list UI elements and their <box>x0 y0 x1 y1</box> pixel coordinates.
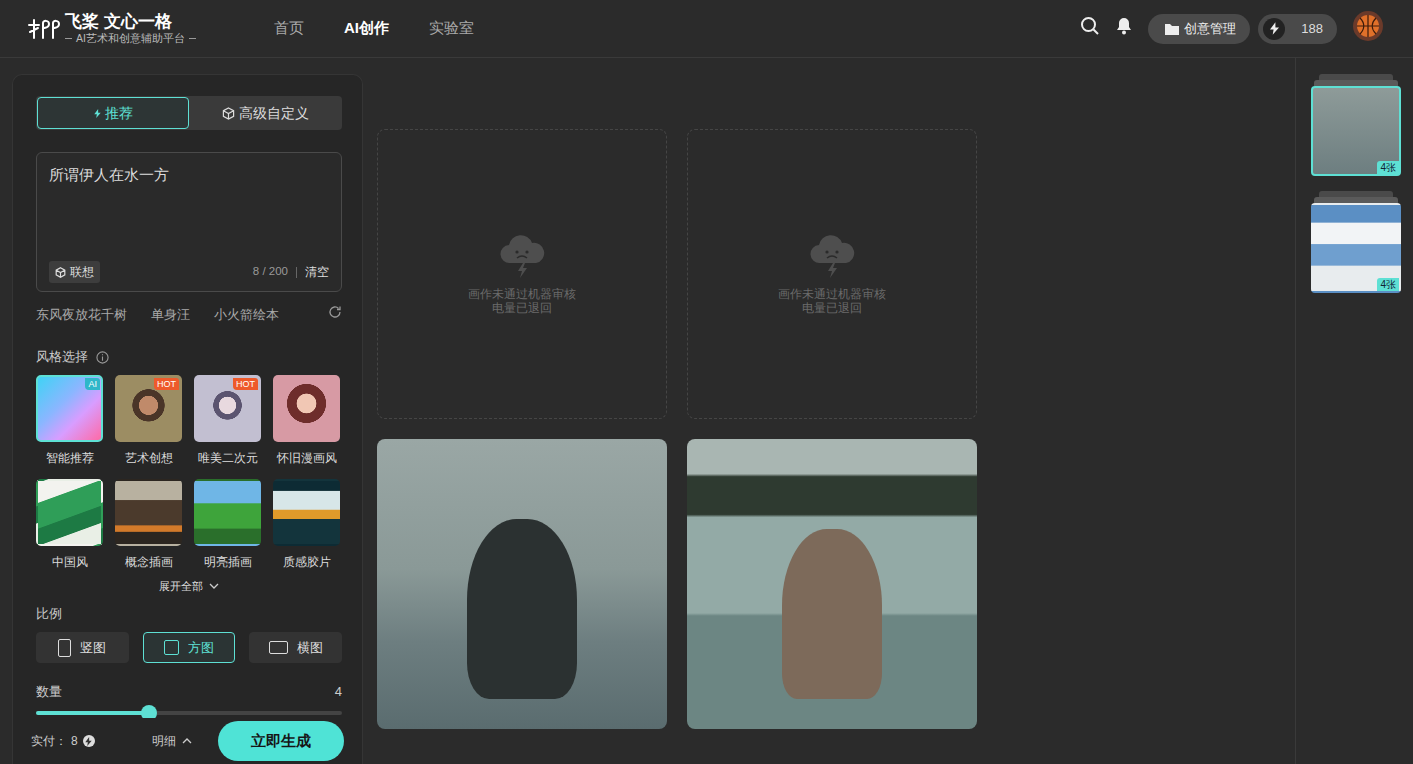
style-option[interactable]: 怀旧漫画风 <box>273 375 340 466</box>
style-badge: HOT <box>233 378 258 390</box>
image-count: 4张 <box>1377 278 1399 291</box>
section-title: 比例 <box>36 606 62 621</box>
ratio-icon <box>58 639 71 657</box>
slider-knob[interactable] <box>141 705 157 718</box>
style-badge: HOT <box>154 378 179 390</box>
manage-button[interactable]: 创意管理 <box>1148 14 1250 44</box>
search-button[interactable] <box>1080 16 1100 42</box>
price-label: 实付： <box>31 732 67 750</box>
sad-cloud-icon <box>808 233 856 279</box>
ratio-icon <box>269 641 288 654</box>
slider-fill <box>36 711 149 715</box>
section-title: 风格选择 <box>36 348 88 366</box>
quantity-value: 4 <box>335 683 342 701</box>
history-group[interactable]: 4张 <box>1311 191 1413 293</box>
history-thumbnail[interactable]: 4张 <box>1311 203 1401 293</box>
logo[interactable]: 飞桨 文心一格AI艺术和创意辅助平台 <box>27 12 196 45</box>
nav-item[interactable]: 实验室 <box>429 17 474 40</box>
history-group[interactable]: 4张 <box>1311 74 1413 176</box>
info-icon <box>96 351 109 364</box>
style-option[interactable]: 质感胶片 <box>273 479 340 570</box>
settings-panel: 推荐高级自定义所谓伊人在水一方联想8 / 200清空东风夜放花千树单身汪小火箭绘… <box>12 74 363 764</box>
search-icon <box>1080 16 1100 36</box>
style-option[interactable]: AI智能推荐 <box>36 375 103 466</box>
brand-name: 飞桨 <box>65 12 99 31</box>
suggestion-chip[interactable]: 单身汪 <box>151 306 190 324</box>
expand-label: 展开全部 <box>159 578 203 594</box>
suggestions: 东风夜放花千树 单身汪 小火箭绘本 <box>36 305 342 324</box>
main-nav: 首页 AI创作 实验室 <box>274 17 474 40</box>
nav-item[interactable]: 首页 <box>274 17 304 40</box>
bell-icon <box>1116 17 1132 35</box>
bolt-icon <box>94 109 101 118</box>
refresh-button[interactable] <box>328 305 342 324</box>
logo-icon <box>27 17 61 41</box>
folder-icon <box>1164 22 1180 36</box>
failed-result: 画作未通过机器审核电量已退回 <box>377 129 667 419</box>
mode-tab[interactable]: 高级自定义 <box>189 97 341 129</box>
suggestion-chip[interactable]: 东风夜放花千树 <box>36 306 127 324</box>
nav-item[interactable]: AI创作 <box>344 17 389 40</box>
style-thumbnail <box>115 479 182 546</box>
ratio-option[interactable]: 方图 <box>143 632 236 663</box>
suggestion-chip[interactable]: 小火箭绘本 <box>214 306 279 324</box>
mode-tab[interactable]: 推荐 <box>37 97 189 129</box>
product-name: 文心一格 <box>104 12 172 31</box>
manage-label: 创意管理 <box>1184 19 1236 39</box>
style-thumbnail <box>273 375 340 442</box>
coin-icon <box>83 735 95 747</box>
history-thumbnail[interactable]: 4张 <box>1311 86 1401 176</box>
bolt-icon <box>1263 18 1285 40</box>
quantity-slider[interactable] <box>36 711 342 715</box>
ratio-icon <box>164 640 179 655</box>
style-option[interactable]: 中国风 <box>36 479 103 570</box>
style-thumbnail: HOT <box>194 375 261 442</box>
panel-footer: 实付：8 明细 立即生成 <box>13 718 362 764</box>
top-bar: 飞桨 文心一格AI艺术和创意辅助平台 首页 AI创作 实验室 创意管理 188 <box>0 0 1413 58</box>
generate-button[interactable]: 立即生成 <box>218 721 344 761</box>
ratio-options: 竖图方图横图 <box>36 632 342 663</box>
style-option[interactable]: 明亮插画 <box>194 479 261 570</box>
detail-toggle[interactable]: 明细 <box>152 732 192 750</box>
style-thumbnail <box>36 479 103 546</box>
style-option[interactable]: 概念插画 <box>115 479 182 570</box>
mode-tabs: 推荐高级自定义 <box>36 96 342 130</box>
style-thumbnail: HOT <box>115 375 182 442</box>
notification-button[interactable] <box>1116 17 1132 41</box>
cube-icon <box>222 107 235 120</box>
cube-icon <box>55 267 66 278</box>
energy-count: 188 <box>1301 19 1323 39</box>
result-image[interactable] <box>377 439 667 729</box>
refresh-icon <box>328 305 342 319</box>
failed-result: 画作未通过机器审核电量已退回 <box>687 129 977 419</box>
clear-button[interactable]: 清空 <box>305 263 329 281</box>
style-thumbnail: AI <box>36 375 103 442</box>
image-count: 4张 <box>1377 161 1399 174</box>
ratio-option[interactable]: 竖图 <box>36 632 129 663</box>
expand-button[interactable]: 展开全部 <box>36 578 342 594</box>
chevron-down-icon <box>209 583 219 589</box>
result-image[interactable] <box>687 439 977 729</box>
ratio-option[interactable]: 横图 <box>249 632 342 663</box>
energy-balance[interactable]: 188 <box>1258 14 1337 44</box>
avatar-icon <box>1353 11 1383 41</box>
user-avatar[interactable] <box>1353 11 1383 47</box>
price: 8 <box>71 732 78 750</box>
section-title: 数量 <box>36 683 62 701</box>
style-badge: AI <box>85 378 100 390</box>
results-area: 画作未通过机器审核电量已退回画作未通过机器审核电量已退回 <box>363 58 1295 764</box>
style-option[interactable]: HOT艺术创想 <box>115 375 182 466</box>
char-count: 8 / 200 <box>253 263 288 280</box>
associate-button[interactable]: 联想 <box>49 261 100 283</box>
sad-cloud-icon <box>498 233 546 279</box>
tagline: AI艺术和创意辅助平台 <box>76 32 185 45</box>
history-sidebar: 4张 4张 <box>1295 58 1413 764</box>
style-thumbnail <box>194 479 261 546</box>
style-grid: AI智能推荐HOT艺术创想HOT唯美二次元怀旧漫画风中国风概念插画明亮插画质感胶… <box>36 375 342 570</box>
style-thumbnail <box>273 479 340 546</box>
prompt-input[interactable]: 所谓伊人在水一方联想8 / 200清空 <box>36 152 342 292</box>
style-option[interactable]: HOT唯美二次元 <box>194 375 261 466</box>
chevron-up-icon <box>182 738 192 744</box>
